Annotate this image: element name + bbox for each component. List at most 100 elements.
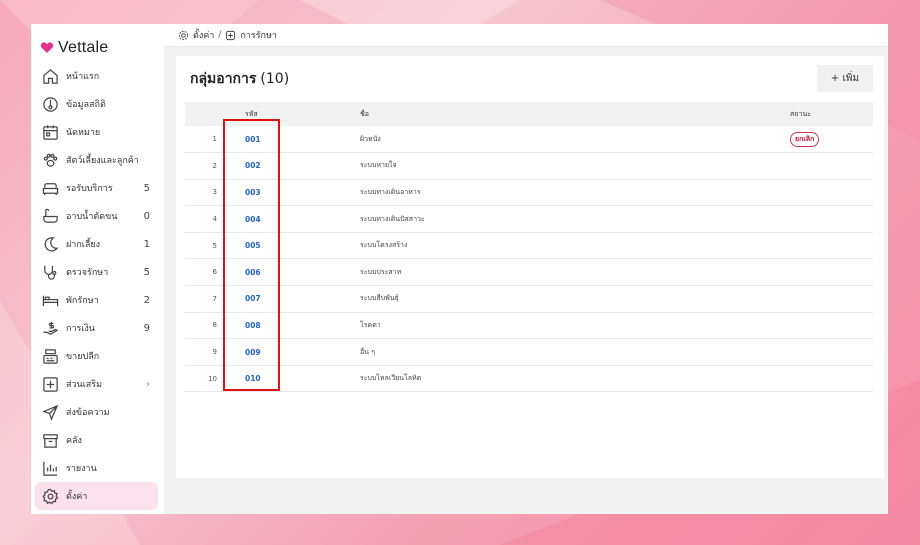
sidebar-item-money-hand[interactable]: การเงิน 9: [31, 314, 164, 342]
sidebar-item-archive[interactable]: คลัง: [31, 426, 164, 454]
row-index: 9: [212, 348, 217, 357]
bath-icon: [41, 207, 59, 225]
sidebar-item-label: ส่วนเสริม: [66, 380, 103, 390]
table-row[interactable]: 7 007 ระบบสืบพันธุ์: [185, 286, 873, 313]
sidebar-nav: หน้าแรกข้อมูลสถิตินัดหมายสัตว์เลี้ยงและล…: [31, 62, 164, 510]
code-link[interactable]: 008: [245, 321, 261, 330]
header-code[interactable]: รหัส: [217, 102, 360, 126]
medical-icon: [226, 30, 236, 40]
sidebar-item-label: ฝากเลี้ยง: [66, 240, 101, 250]
table-row[interactable]: 6 006 ระบบประสาท: [185, 259, 873, 286]
row-index: 6: [212, 268, 217, 277]
breadcrumb-current: การรักษา: [240, 31, 277, 41]
sidebar-item-count: 9: [143, 322, 150, 334]
row-name: ผิวหนัง: [360, 134, 381, 143]
code-link[interactable]: 005: [245, 241, 261, 250]
table-header-row: รหัส ชื่อ สถานะ: [185, 102, 873, 126]
row-index: 10: [208, 374, 217, 383]
logo[interactable]: Vettale: [31, 24, 164, 64]
sidebar-item-moon[interactable]: ฝากเลี้ยง 1: [31, 230, 164, 258]
code-link[interactable]: 006: [245, 268, 261, 277]
table-row[interactable]: 10 010 ระบบไหลเวียนโลหิต: [185, 365, 873, 392]
sidebar-item-label: รายงาน: [66, 464, 97, 474]
sidebar-item-label: ข้อมูลสถิติ: [66, 100, 106, 110]
sidebar-item-label: ตั้งค่า: [66, 492, 88, 502]
table-row[interactable]: 3 003 ระบบทางเดินอาหาร: [185, 179, 873, 206]
sidebar-item-paw[interactable]: สัตว์เลี้ยงและลูกค้า: [31, 146, 164, 174]
panel-header: กลุ่มอาการ (10) + เพิ่ม: [176, 56, 884, 102]
breadcrumb-separator: /: [218, 30, 222, 40]
sidebar-item-bath[interactable]: อาบน้ำตัดขน 0: [31, 202, 164, 230]
gear-icon: [41, 487, 59, 505]
calendar-icon: [41, 123, 59, 141]
table-row[interactable]: 8 008 โรคตา: [185, 312, 873, 339]
breadcrumb-settings[interactable]: ตั้งค่า: [193, 28, 214, 42]
table-row[interactable]: 1 001 ผิวหนัง ยกเลิก: [185, 126, 873, 153]
row-index: 2: [212, 161, 217, 170]
sidebar-item-calendar[interactable]: นัดหมาย: [31, 118, 164, 146]
sidebar-item-label: ตรวจรักษา: [66, 268, 109, 278]
sidebar-item-home[interactable]: หน้าแรก: [31, 62, 164, 90]
heart-logo-icon: [40, 42, 54, 53]
thermometer-icon: [41, 95, 59, 113]
cash-register-icon: [41, 347, 59, 365]
sidebar-item-thermometer[interactable]: ข้อมูลสถิติ: [31, 90, 164, 118]
row-index: 1: [212, 135, 217, 144]
chevron-right-icon: ›: [146, 378, 150, 390]
sidebar-item-count: 0: [143, 210, 150, 222]
sidebar-item-send[interactable]: ส่งข้อความ: [31, 398, 164, 426]
sidebar-item-label: คลัง: [66, 436, 82, 446]
add-button[interactable]: + เพิ่ม: [817, 65, 873, 92]
header-status[interactable]: สถานะ: [790, 102, 873, 126]
code-link[interactable]: 002: [245, 161, 261, 170]
symptom-group-panel: กลุ่มอาการ (10) + เพิ่ม รหัส ชื่อ สถานะ …: [176, 56, 884, 478]
row-index: 3: [212, 188, 217, 197]
paw-icon: [41, 151, 59, 169]
money-hand-icon: [41, 319, 59, 337]
moon-icon: [41, 235, 59, 253]
plus-square-icon: [41, 375, 59, 393]
archive-icon: [41, 431, 59, 449]
sidebar-item-bar-chart[interactable]: รายงาน: [31, 454, 164, 482]
sidebar-item-bed[interactable]: พักรักษา 2: [31, 286, 164, 314]
code-link[interactable]: 009: [245, 348, 261, 357]
sidebar-item-plus-square[interactable]: ส่วนเสริม ›: [31, 370, 164, 398]
table-row[interactable]: 2 002 ระบบหายใจ: [185, 153, 873, 180]
sidebar-item-label: สัตว์เลี้ยงและลูกค้า: [66, 156, 139, 166]
sidebar-item-sofa[interactable]: รอรับบริการ 5: [31, 174, 164, 202]
row-name: อื่น ๆ: [360, 347, 375, 356]
row-name: ระบบโครงสร้าง: [360, 241, 408, 250]
sidebar-item-stethoscope[interactable]: ตรวจรักษา 5: [31, 258, 164, 286]
code-link[interactable]: 010: [245, 374, 261, 383]
code-link[interactable]: 003: [245, 188, 261, 197]
row-name: ระบบหายใจ: [360, 161, 397, 170]
sidebar-item-gear[interactable]: ตั้งค่า: [35, 482, 158, 510]
home-icon: [41, 67, 59, 85]
sidebar-item-cash-register[interactable]: ขายปลีก: [31, 342, 164, 370]
code-link[interactable]: 004: [245, 215, 261, 224]
sidebar-item-label: พักรักษา: [66, 296, 99, 306]
code-link[interactable]: 007: [245, 294, 261, 303]
row-index: 4: [212, 215, 217, 224]
code-link[interactable]: 001: [245, 135, 261, 144]
sidebar-item-label: ขายปลีก: [66, 352, 100, 362]
header-name[interactable]: ชื่อ: [360, 102, 790, 126]
row-name: ระบบทางเดินปัสสาวะ: [360, 214, 425, 223]
page-title: กลุ่มอาการ: [190, 71, 257, 87]
sidebar-item-label: หน้าแรก: [66, 72, 100, 82]
sidebar-item-count: 5: [143, 182, 150, 194]
brand-name: Vettale: [58, 39, 109, 56]
table-row[interactable]: 4 004 ระบบทางเดินปัสสาวะ: [185, 206, 873, 233]
symptom-group-table: รหัส ชื่อ สถานะ 1 001 ผิวหนัง ยกเลิก 2 002 ระบ…: [185, 102, 873, 392]
main-content: ตั้งค่า / การรักษา กลุ่มอาการ (10) + เพิ…: [164, 24, 888, 514]
table-row[interactable]: 9 009 อื่น ๆ: [185, 339, 873, 366]
breadcrumb: ตั้งค่า / การรักษา: [164, 24, 888, 47]
row-name: โรคตา: [360, 320, 381, 329]
gear-icon: [178, 30, 189, 40]
sidebar-item-label: อาบน้ำตัดขน: [66, 212, 118, 222]
sidebar-item-label: ส่งข้อความ: [66, 408, 110, 418]
table-row[interactable]: 5 005 ระบบโครงสร้าง: [185, 232, 873, 259]
row-index: 8: [212, 321, 217, 330]
sofa-icon: [41, 179, 59, 197]
row-index: 5: [212, 241, 217, 250]
